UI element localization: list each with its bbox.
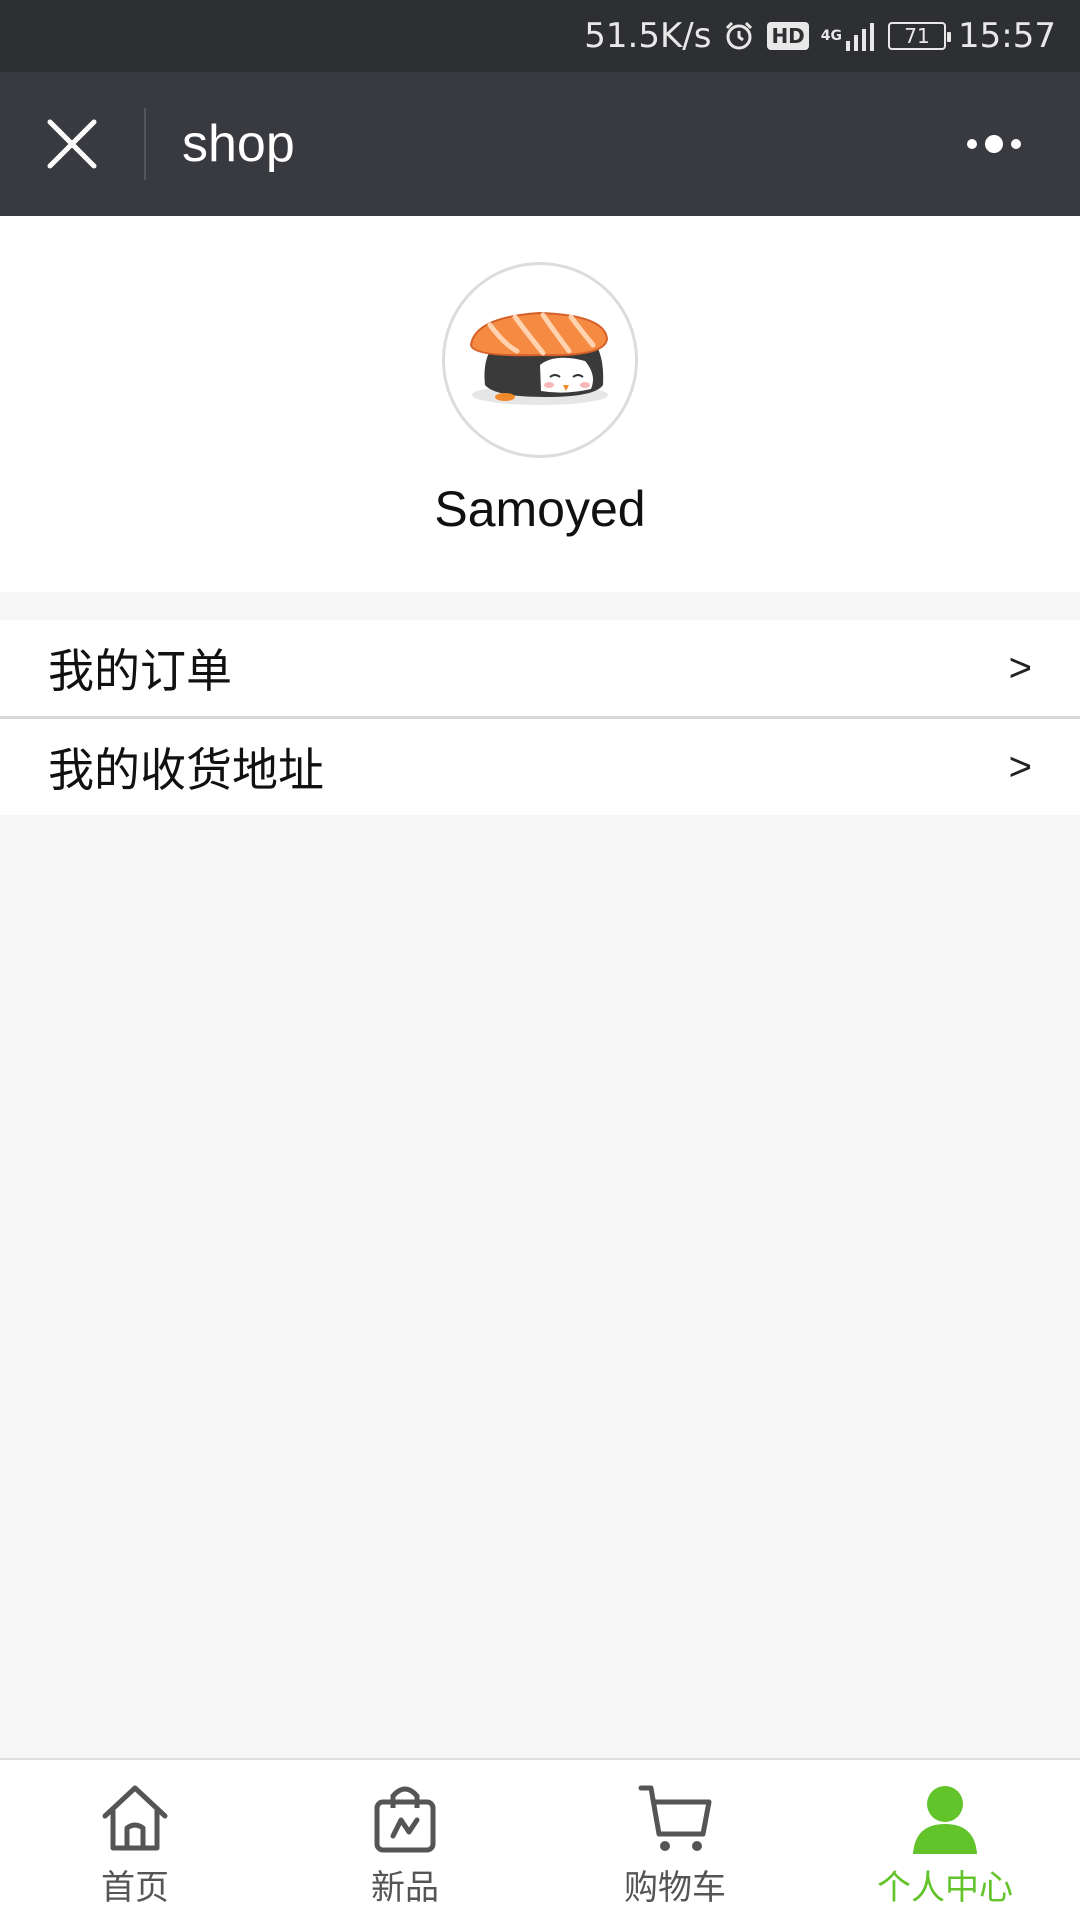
tab-label: 购物车 [624, 1868, 726, 1908]
clock: 15:57 [958, 16, 1056, 56]
tab-new[interactable]: 新品 [270, 1760, 540, 1920]
menu-item-my-orders[interactable]: 我的订单 > [0, 620, 1080, 716]
hd-badge: HD [767, 22, 809, 50]
status-bar: 51.5K/s HD 4G 71 15:57 [0, 0, 1080, 72]
more-dot-icon [1011, 139, 1021, 149]
network-speed: 51.5K/s [584, 16, 712, 56]
profile-section: Samoyed [0, 216, 1080, 592]
network-type: 4G [820, 28, 843, 44]
tab-label: 个人中心 [877, 1868, 1013, 1908]
more-button[interactable] [944, 116, 1044, 172]
tab-bar: 首页 新品 购物车 个人中心 [0, 1758, 1080, 1920]
cart-icon [638, 1785, 712, 1851]
menu-list: 我的订单 > 我的收货地址 > [0, 620, 1080, 815]
penguin-sushi-avatar-icon [469, 311, 609, 405]
battery-icon: 71 [888, 22, 952, 50]
tab-home[interactable]: 首页 [0, 1760, 270, 1920]
chevron-right-icon: > [1008, 645, 1032, 690]
menu-item-my-addresses[interactable]: 我的收货地址 > [0, 716, 1080, 815]
menu-item-label: 我的订单 [48, 644, 232, 698]
alarm-icon [723, 20, 755, 52]
close-button[interactable] [0, 72, 144, 216]
signal-icon: 4G [821, 21, 876, 51]
tab-cart[interactable]: 购物车 [540, 1760, 810, 1920]
tab-label: 新品 [371, 1868, 439, 1908]
menu-item-label: 我的收货地址 [48, 743, 324, 797]
avatar[interactable] [442, 262, 638, 458]
home-icon [102, 1785, 168, 1851]
tab-profile[interactable]: 个人中心 [810, 1760, 1080, 1920]
title-divider [144, 108, 146, 180]
battery-level: 71 [904, 24, 930, 48]
tab-label: 首页 [101, 1868, 169, 1908]
chevron-right-icon: > [1008, 744, 1032, 789]
more-dot-icon [967, 139, 977, 149]
close-icon [47, 119, 97, 169]
title-bar: shop [0, 72, 1080, 216]
shopping-bag-icon [374, 1786, 436, 1853]
more-dot-icon [985, 135, 1003, 153]
username: Samoyed [434, 481, 646, 537]
page-title: shop [182, 115, 295, 173]
person-icon [913, 1786, 977, 1854]
